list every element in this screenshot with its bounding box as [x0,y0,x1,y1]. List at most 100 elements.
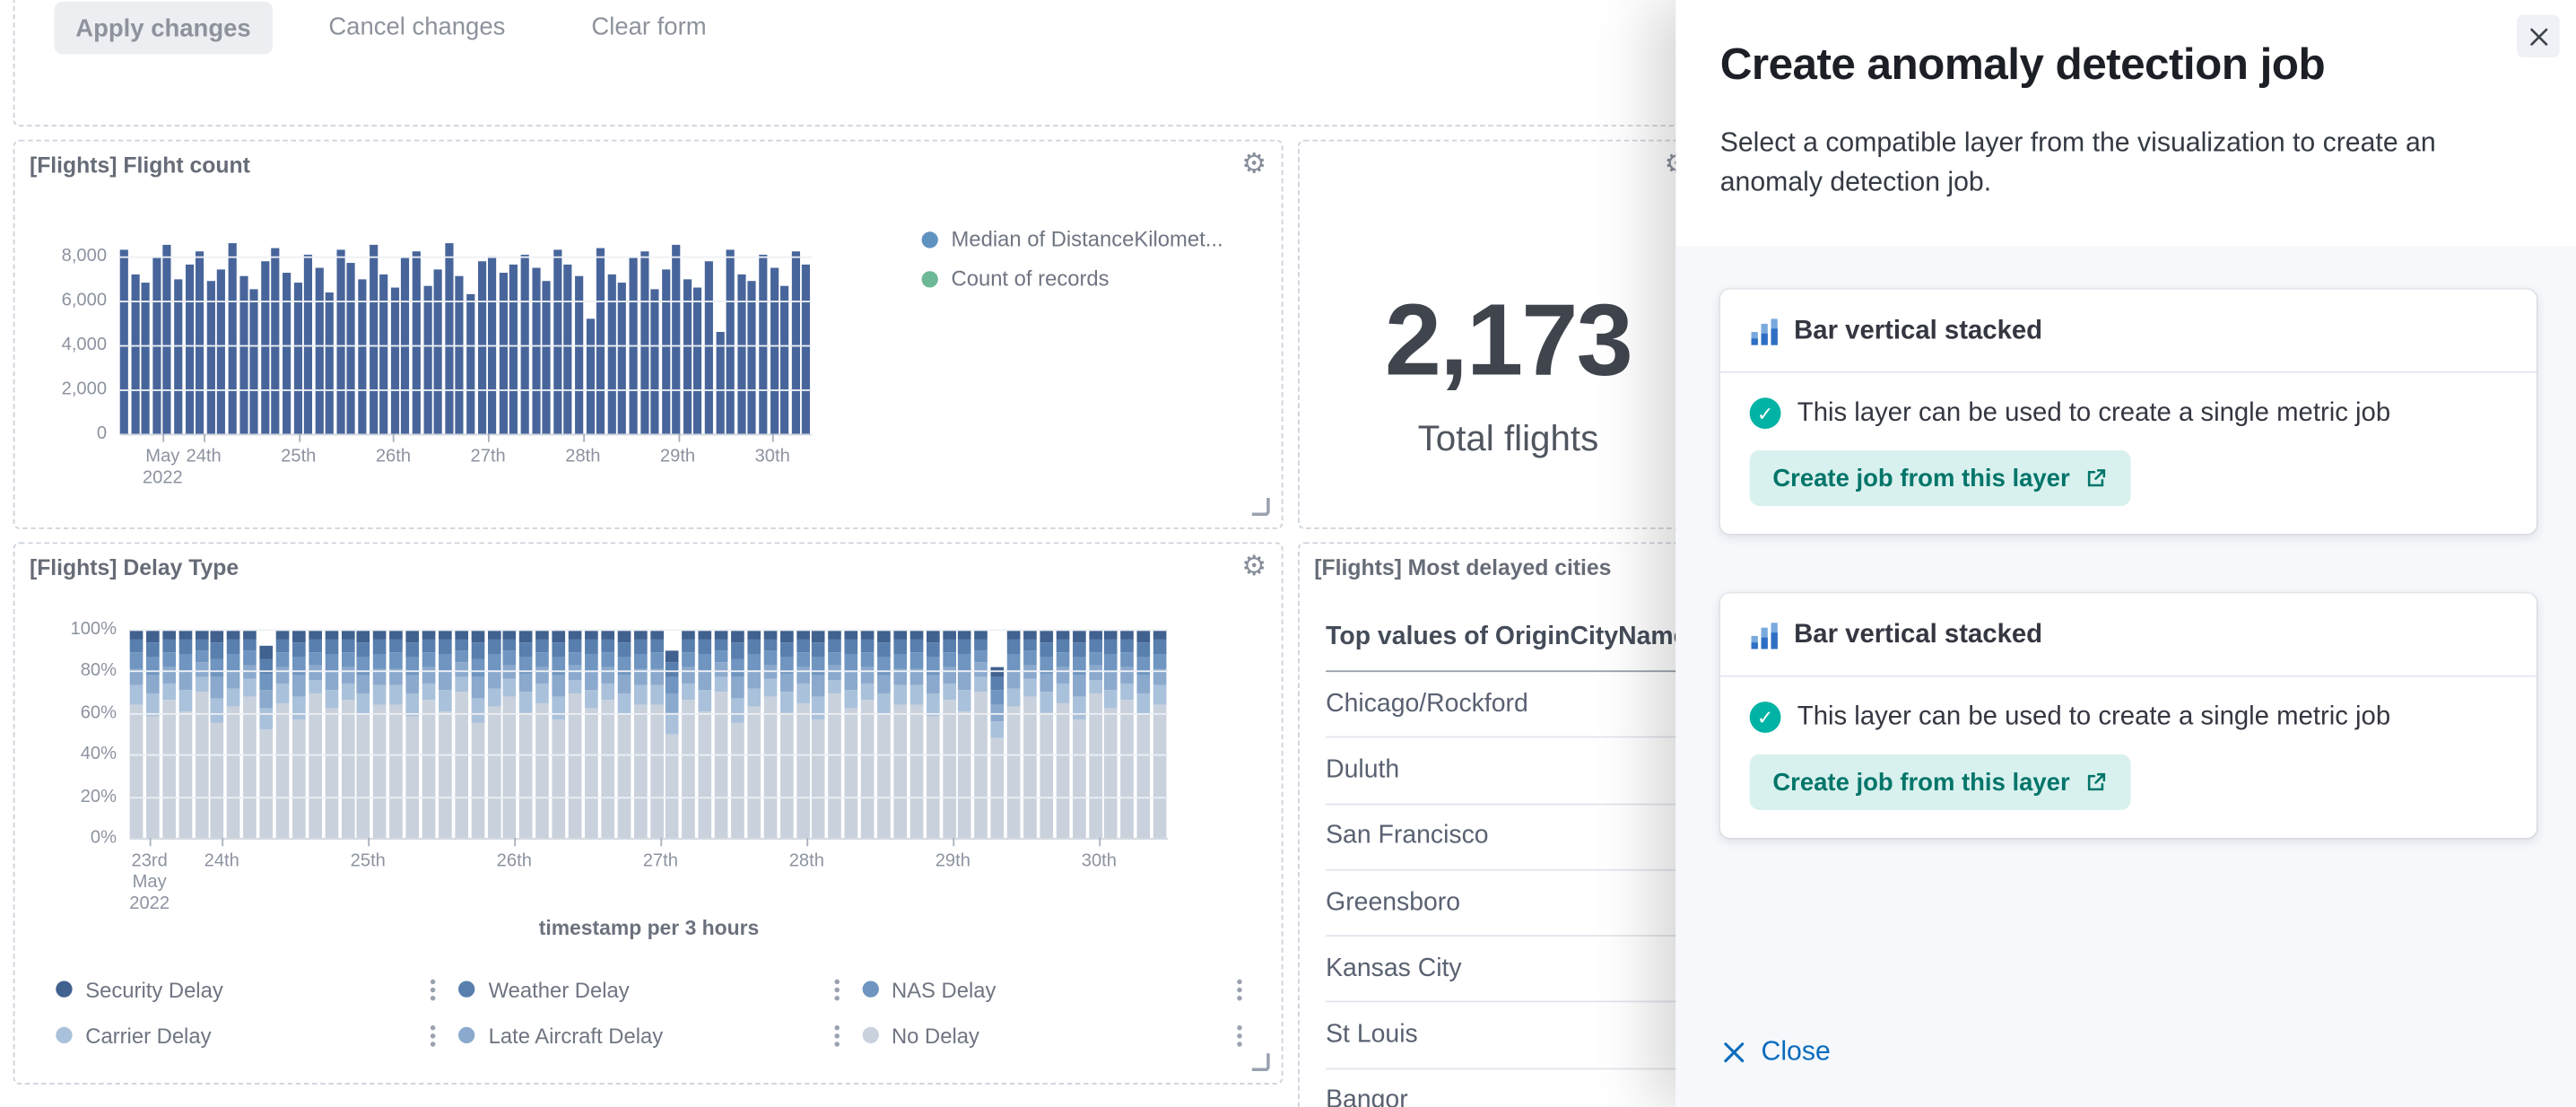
x-axis-tick-label: 30th [1082,851,1117,873]
bar [423,285,431,434]
resize-handle[interactable] [1252,498,1270,516]
bar-segment [715,650,728,663]
bar-segment [1056,630,1069,641]
x-axis-line [120,434,812,436]
legend-item[interactable]: Carrier Delay [56,1012,439,1058]
bar-segment [211,698,224,723]
bar-segment [942,652,955,667]
bar [196,252,204,434]
y-axis-tick-label: 60% [14,703,117,723]
bar-segment [649,685,663,704]
bar-segment [178,710,192,838]
bar-segment [1056,667,1069,684]
legend-item[interactable]: NAS Delay [862,966,1245,1012]
bar-segment [926,717,939,838]
bar-segment [845,655,858,672]
bar-segment [649,652,663,669]
legend-options-icon[interactable] [834,979,839,983]
cancel-changes-button[interactable]: Cancel changes [328,13,505,41]
legend-item[interactable]: Weather Delay [459,966,842,1012]
bar-segment [633,704,647,838]
bar-segment [617,715,631,838]
bar-segment [893,654,907,668]
bar-segment [715,640,728,650]
bar-segment [276,702,290,838]
legend-item[interactable]: Count of records [922,266,1223,291]
close-icon[interactable] [2517,14,2560,57]
bar-segment [779,673,793,692]
bar-segment [991,737,1005,838]
bar-segment [130,652,144,669]
stacked-bar [666,650,680,838]
bar-segment [959,654,972,671]
legend-item[interactable]: Security Delay [56,966,439,1012]
bar-segment [796,630,809,641]
bar-segment [747,671,761,688]
bar-segment [617,694,631,715]
bar-segment [1121,684,1135,701]
gear-icon[interactable]: ⚙ [1241,150,1266,179]
legend-label: Carrier Delay [85,1023,211,1047]
bar-segment [487,671,500,688]
bar-segment [1105,671,1118,690]
gridline [130,671,1169,673]
stacked-bar [487,630,500,839]
bar-segment [503,640,517,650]
legend-options-icon[interactable] [1237,979,1241,983]
bar [792,252,800,434]
apply-changes-button[interactable]: Apply changes [54,2,272,55]
bar [466,294,474,434]
bar-segment [553,642,566,657]
legend-item[interactable]: Late Aircraft Delay [459,1012,842,1058]
stacked-bar [942,630,955,839]
bar-segment [1105,655,1118,672]
x-axis-tick [514,838,516,846]
external-link-icon [2084,771,2108,794]
bar-segment [1056,640,1069,652]
bar-segment [666,694,680,713]
legend-options-icon[interactable] [834,1024,839,1029]
bar-segment [975,650,988,663]
panel-total-flights: ⚙ 2,173 Total flights [1298,140,1719,529]
y-axis-tick-label: 8,000 [14,247,107,266]
create-job-from-layer-button[interactable]: Create job from this layer [1750,754,2131,810]
bar [293,283,301,433]
bar-segment [455,640,468,650]
legend-options-icon[interactable] [1237,1024,1241,1029]
bar-segment [845,690,858,709]
bar-segment [1056,702,1069,838]
gear-icon[interactable]: ⚙ [1241,552,1266,581]
bar-segment [519,673,533,692]
legend-options-icon[interactable] [431,979,435,983]
stacked-bar [585,630,598,838]
clear-form-button[interactable]: Clear form [591,13,706,41]
legend-item[interactable]: Median of DistanceKilomet... [922,227,1223,251]
legend-item[interactable]: No Delay [862,1012,1245,1058]
bar-segment [796,667,809,684]
table-column-header[interactable]: Top values of OriginCityName [1326,623,1687,652]
bar-segment [763,640,777,650]
bar-segment [829,679,842,693]
legend-label: Count of records [952,266,1110,291]
bar-segment [146,676,160,694]
x-axis-tick-label: 26th [497,851,532,873]
bar-segment [731,698,744,723]
panel-flight-count: [Flights] Flight count ⚙ Median of Dista… [13,140,1284,529]
legend-options-icon[interactable] [431,1024,435,1029]
bar-segment [845,671,858,690]
legend-color-dot [922,270,938,286]
stacked-bar [1072,630,1085,839]
create-job-from-layer-button[interactable]: Create job from this layer [1750,450,2131,506]
resize-handle[interactable] [1252,1053,1270,1071]
bar-segment [130,704,144,838]
bar-segment [845,630,858,641]
stacked-bar [471,630,484,838]
stacked-bar [1105,630,1118,838]
stacked-bar [683,630,696,839]
close-flyout-link[interactable]: Close [1722,1037,1831,1068]
bar-segment [211,723,224,838]
stacked-bar [553,630,566,839]
bar-segment [357,715,370,838]
bar [694,287,702,433]
bar [748,281,756,434]
